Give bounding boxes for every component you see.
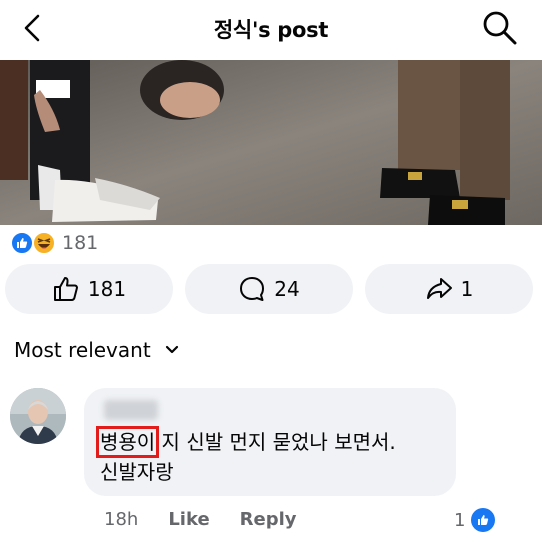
thumbs-up-icon [53,277,78,301]
comment-reply-button[interactable]: Reply [240,509,297,530]
post-action-bar: 181 24 1 [5,264,537,314]
comment-sort-dropdown[interactable]: Most relevant [14,336,179,364]
comment-line1-rest: 지 신발 먼지 묻었나 보면서. [155,430,396,454]
top-bar: 정식's post [0,0,542,60]
comment-line2: 신발자랑 [100,460,174,484]
comment-author-name[interactable] [104,400,158,420]
reaction-summary[interactable]: 181 [10,230,98,256]
commenter-avatar[interactable] [10,388,66,444]
post-photo[interactable] [0,60,542,225]
sort-label: Most relevant [14,338,151,362]
share-icon [426,278,452,299]
chevron-down-icon [165,345,179,355]
highlighted-word: 병용이 [95,426,160,458]
search-icon [483,11,517,45]
share-button[interactable]: 1 [365,264,533,314]
comment-icon [240,277,265,301]
like-button[interactable]: 181 [5,264,173,314]
comment-text: 병용이 지 신발 먼지 묻었나 보면서. 신발자랑 [95,426,440,487]
comment-meta: 18h Like Reply [104,506,297,532]
comment-like-button[interactable]: Like [168,509,209,530]
like-reaction-icon [471,508,496,532]
comment-reaction-count: 1 [454,509,466,531]
reaction-count: 181 [62,232,99,254]
comment-timestamp[interactable]: 18h [104,509,138,530]
page-title: 정식's post [213,18,329,42]
search-button[interactable] [480,8,520,48]
comment-reaction-summary[interactable]: 1 [454,506,496,534]
like-count: 181 [87,277,127,301]
like-reaction-icon [10,231,34,255]
comment-count: 24 [274,277,300,301]
share-count: 1 [460,277,474,301]
comment-button[interactable]: 24 [185,264,353,314]
haha-reaction-icon [32,231,56,255]
